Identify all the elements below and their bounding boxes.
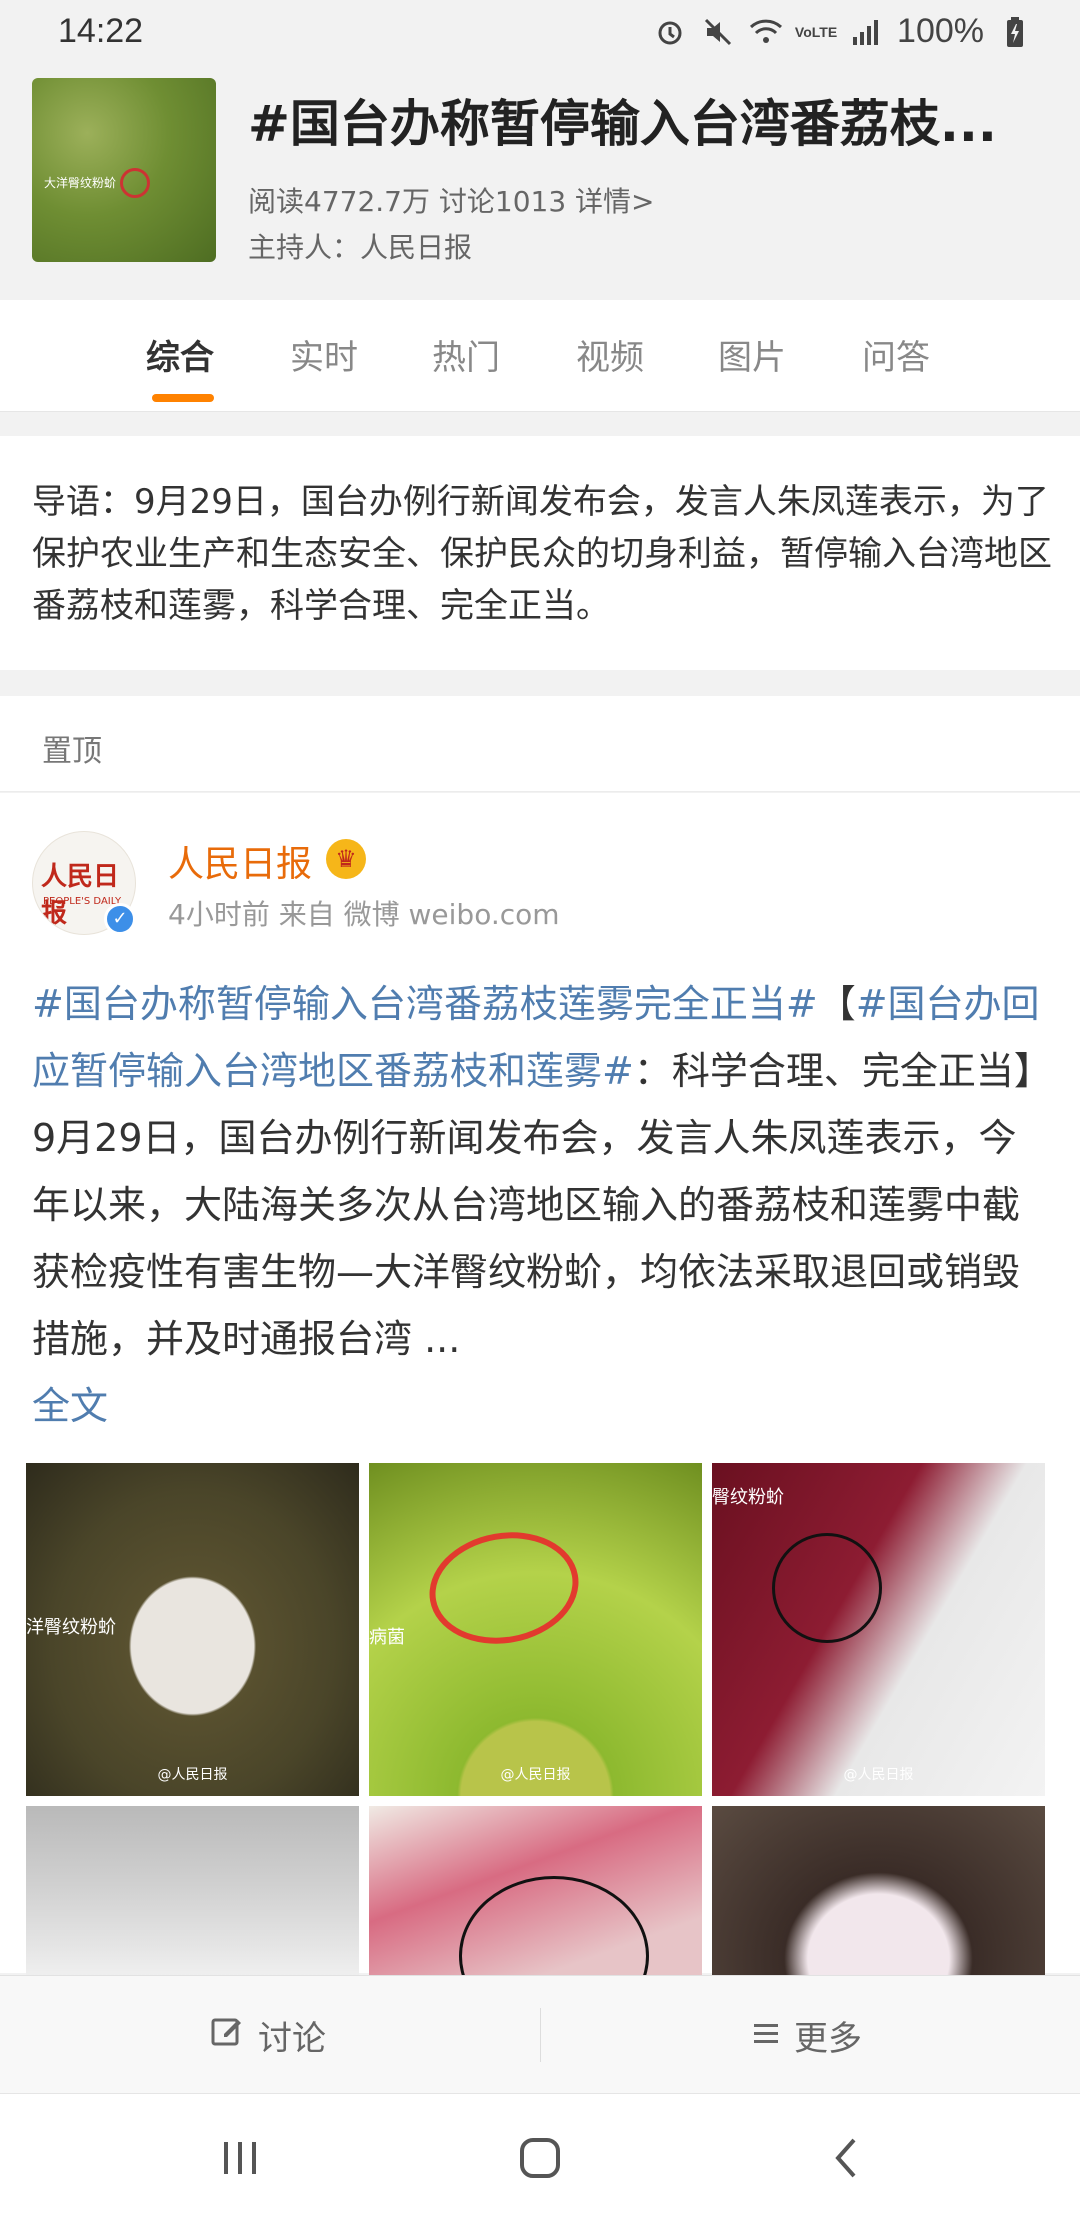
post-image-2[interactable]: 病菌 @人民日报 — [369, 1463, 702, 1796]
image-label-1: 洋臀纹粉蚧 — [26, 1617, 116, 1638]
image-watermark: @人民日报 — [157, 1767, 228, 1783]
post-image-3[interactable]: 臀纹粉蚧 @人民日报 — [712, 1463, 1045, 1796]
image-watermark: @人民日报 — [500, 1767, 571, 1783]
image-highlight-circle — [420, 1520, 588, 1656]
active-tab-indicator — [152, 394, 214, 402]
back-button[interactable] — [806, 2094, 886, 2220]
bottom-action-bar: 讨论 更多 — [0, 1975, 1080, 2093]
recent-apps-icon — [224, 2141, 256, 2174]
more-label: 更多 — [794, 2018, 862, 2059]
topic-title: #国台办称暂停输入台湾番荔枝... — [248, 95, 997, 153]
status-bar: 14:22 VoLTE 100% — [0, 0, 1080, 62]
home-button[interactable] — [500, 2094, 580, 2220]
thumbnail-highlight-circle — [120, 168, 150, 198]
tab-qa[interactable]: 问答 — [862, 330, 930, 379]
crown-icon: ♛ — [326, 839, 366, 879]
thumbnail-label: 大洋臀纹粉蚧 — [44, 176, 117, 190]
image-label-3: 臀纹粉蚧 — [712, 1487, 784, 1508]
edit-icon — [210, 2014, 244, 2057]
tab-realtime[interactable]: 实时 — [290, 330, 358, 379]
more-button[interactable]: 更多 — [752, 1976, 862, 2094]
battery-charging-icon — [998, 15, 1032, 49]
topic-intro: 导语：9月29日，国台办例行新闻发布会，发言人朱凤莲表示，为了保护农业生产和生态… — [0, 436, 1080, 670]
post-author[interactable]: 人民日报 — [168, 835, 312, 887]
status-icons: VoLTE 100% — [653, 12, 1032, 51]
discuss-label: 讨论 — [258, 2018, 326, 2059]
image-watermark: @人民日报 — [843, 1767, 914, 1783]
system-nav-bar — [0, 2093, 1080, 2220]
recent-apps-button[interactable] — [200, 2094, 280, 2220]
volte-icon: VoLTE — [794, 23, 838, 40]
post-body: #国台办称暂停输入台湾番荔枝莲雾完全正当#【#国台办回应暂停输入台湾地区番荔枝和… — [32, 971, 1052, 1440]
post-image-1[interactable]: 洋臀纹粉蚧 @人民日报 — [26, 1463, 359, 1796]
alarm-icon — [653, 15, 687, 49]
post-image-4[interactable] — [26, 1806, 359, 1976]
topic-host: 主持人：人民日报 — [248, 231, 473, 264]
bracket-open: 【 — [817, 982, 856, 1026]
intro-text: 导语：9月29日，国台办例行新闻发布会，发言人朱凤莲表示，为了保护农业生产和生态… — [32, 482, 1052, 626]
tab-bar: 综合 实时 热门 视频 图片 问答 — [0, 300, 1080, 412]
topic-thumbnail[interactable]: 大洋臀纹粉蚧 — [32, 78, 216, 262]
weibo-post[interactable]: 人民日报 PEOPLE'S DAILY ✓ 人民日报 ♛ 4小时前 来自 微博 … — [0, 793, 1080, 1976]
status-time: 14:22 — [58, 12, 144, 50]
topic-link-1[interactable]: #国台办称暂停输入台湾番荔枝莲雾完全正当# — [32, 982, 818, 1026]
pinned-section-header: 置顶 — [0, 696, 1080, 792]
menu-icon — [752, 2015, 780, 2055]
verified-badge-icon: ✓ — [104, 903, 136, 935]
signal-icon — [849, 15, 883, 49]
full-text-link[interactable]: 全文 — [32, 1384, 108, 1428]
post-text: ：科学合理、完全正当】9月29日，国台办例行新闻发布会，发言人朱凤莲表示，今年以… — [32, 1049, 1052, 1361]
wifi-icon — [749, 15, 783, 49]
image-highlight-circle — [459, 1876, 649, 1976]
post-image-6[interactable] — [712, 1806, 1045, 1976]
tab-video[interactable]: 视频 — [576, 330, 644, 379]
post-image-5[interactable] — [369, 1806, 702, 1976]
tab-comprehensive[interactable]: 综合 — [146, 330, 214, 379]
topic-header: 大洋臀纹粉蚧 #国台办称暂停输入台湾番荔枝... 阅读4772.7万 讨论101… — [0, 62, 1080, 300]
action-divider — [540, 2008, 541, 2062]
discuss-button[interactable]: 讨论 — [210, 1976, 326, 2094]
image-highlight-circle — [772, 1533, 882, 1643]
tab-images[interactable]: 图片 — [718, 330, 786, 379]
home-icon — [520, 2137, 560, 2178]
tab-hot[interactable]: 热门 — [432, 330, 500, 379]
pinned-label: 置顶 — [42, 734, 102, 769]
topic-stats-link[interactable]: 阅读4772.7万 讨论1013 详情> — [248, 180, 655, 220]
image-label-2: 病菌 — [369, 1627, 405, 1648]
post-meta: 4小时前 来自 微博 weibo.com — [168, 898, 560, 931]
back-icon — [835, 2138, 856, 2177]
mute-icon — [701, 15, 735, 49]
battery-level: 100% — [897, 12, 984, 50]
